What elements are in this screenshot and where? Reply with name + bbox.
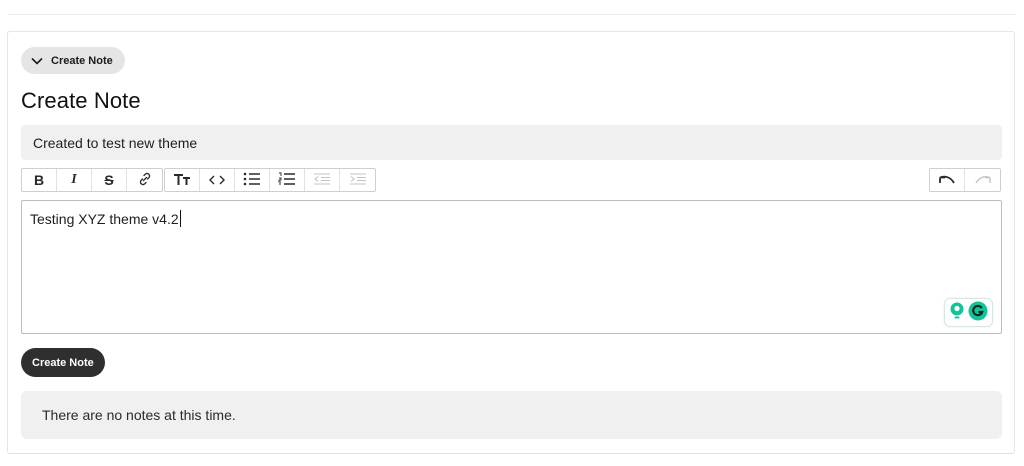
heading-button[interactable] (165, 169, 200, 191)
text-size-icon (173, 172, 191, 189)
outdent-icon (313, 172, 331, 188)
note-body-editor[interactable]: Testing XYZ theme v4.2 (21, 200, 1002, 334)
bullet-list-icon (243, 172, 261, 189)
text-caret (179, 210, 181, 227)
undo-button[interactable] (930, 169, 965, 191)
history-toolbar (929, 168, 1002, 192)
toolbar-group-formatting: B I S (21, 168, 163, 192)
empty-state-message: There are no notes at this time. (42, 407, 236, 423)
link-button[interactable] (127, 169, 162, 191)
editor-toolbar: B I S (21, 168, 377, 192)
indent-icon (349, 172, 367, 188)
link-icon (137, 171, 153, 190)
create-note-submit-button[interactable]: Create Note (21, 348, 105, 377)
note-title-input[interactable] (21, 125, 1002, 160)
strikethrough-button[interactable]: S (92, 169, 127, 191)
code-icon (209, 173, 225, 188)
editor-text: Testing XYZ theme v4.2 (30, 211, 179, 227)
grammarly-logo-icon (968, 301, 988, 324)
bold-icon: B (33, 172, 45, 188)
create-note-toggle-label: Create Note (51, 54, 113, 67)
bullet-list-button[interactable] (235, 169, 270, 191)
redo-icon (974, 173, 992, 188)
undo-icon (938, 173, 956, 188)
italic-button[interactable]: I (57, 169, 92, 191)
top-divider (8, 14, 1016, 15)
page-title: Create Note (21, 88, 141, 113)
indent-button[interactable] (340, 169, 375, 191)
create-note-toggle-button[interactable]: Create Note (21, 47, 125, 74)
bold-button[interactable]: B (22, 169, 57, 191)
redo-button[interactable] (965, 169, 1000, 191)
chevron-down-icon (31, 57, 43, 65)
numbered-list-button[interactable] (270, 169, 305, 191)
toolbar-group-blocks (164, 168, 376, 192)
code-button[interactable] (200, 169, 235, 191)
strikethrough-icon: S (104, 172, 114, 188)
grammarly-widget[interactable] (944, 298, 993, 327)
notes-empty-state: There are no notes at this time. (21, 391, 1002, 439)
toolbar-group-history (929, 168, 1001, 192)
lightbulb-icon (949, 302, 965, 323)
italic-icon: I (71, 172, 77, 187)
numbered-list-icon (278, 172, 296, 189)
outdent-button[interactable] (305, 169, 340, 191)
